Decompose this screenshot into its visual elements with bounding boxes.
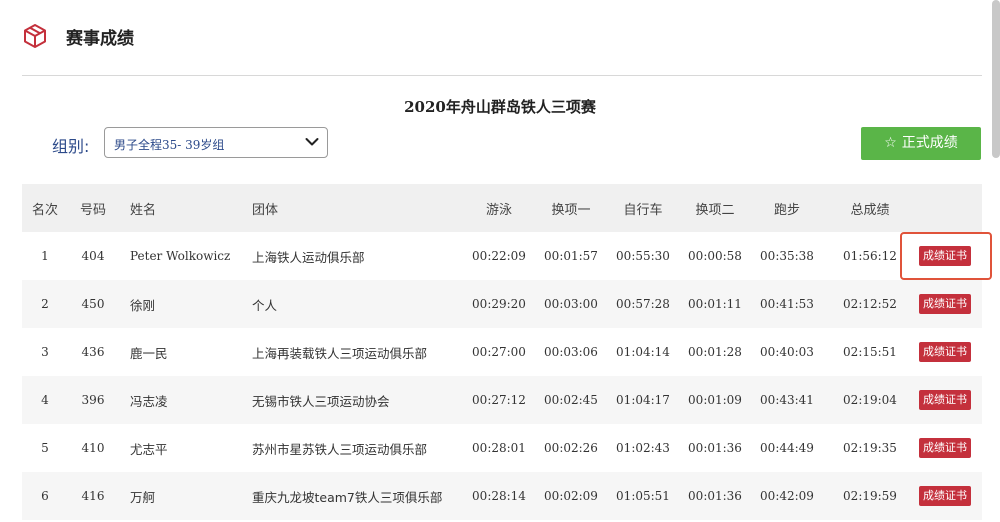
table-row: 6 416 万舸 重庆九龙坡team7铁人三项俱乐部 00:28:14 00:0… <box>22 472 982 520</box>
name-cell: 尤志平 <box>130 441 168 457</box>
certificate-button[interactable]: 成绩证书 <box>919 342 971 362</box>
column-header-number[interactable]: 号码 <box>72 184 114 232</box>
t1-cell: 00:01:57 <box>544 249 598 263</box>
run-cell: 00:44:49 <box>760 441 814 455</box>
bike-cell: 01:04:14 <box>616 345 670 359</box>
certificate-button[interactable]: 成绩证书 <box>919 390 971 410</box>
total-cell: 02:15:51 <box>843 345 897 359</box>
run-cell: 00:42:09 <box>760 489 814 503</box>
run-cell: 00:40:03 <box>760 345 814 359</box>
t1-cell: 00:02:09 <box>544 489 598 503</box>
team-cell: 上海铁人运动俱乐部 <box>252 249 365 265</box>
total-cell: 02:19:04 <box>843 393 897 407</box>
star-outline-icon: ☆ <box>884 135 897 151</box>
swim-cell: 00:22:09 <box>472 249 526 263</box>
t2-cell: 00:01:28 <box>688 345 742 359</box>
bike-cell: 01:02:43 <box>616 441 670 455</box>
table-row: 1 404 Peter Wolkowicz 上海铁人运动俱乐部 00:22:09… <box>22 232 982 280</box>
t2-cell: 00:00:58 <box>688 249 742 263</box>
page-title: 赛事成绩 <box>66 29 134 49</box>
bike-cell: 00:57:28 <box>616 297 670 311</box>
number-cell: 450 <box>81 297 105 311</box>
run-cell: 00:43:41 <box>760 393 814 407</box>
total-cell: 02:12:52 <box>843 297 897 311</box>
certificate-button[interactable]: 成绩证书 <box>919 438 971 458</box>
run-cell: 00:41:53 <box>760 297 814 311</box>
swim-cell: 00:27:00 <box>472 345 526 359</box>
t1-cell: 00:02:26 <box>544 441 598 455</box>
scrollbar-thumb[interactable] <box>992 0 1000 158</box>
column-header-t1[interactable]: 换项一 <box>540 184 602 232</box>
number-cell: 410 <box>81 441 105 455</box>
swim-cell: 00:29:20 <box>472 297 526 311</box>
bike-cell: 01:04:17 <box>616 393 670 407</box>
certificate-button[interactable]: 成绩证书 <box>919 294 971 314</box>
team-cell: 个人 <box>252 297 278 313</box>
rank-cell: 4 <box>41 393 49 407</box>
team-cell: 重庆九龙坡team7铁人三项俱乐部 <box>252 489 443 505</box>
table-row: 3 436 鹿一民 上海再装载铁人三项运动俱乐部 00:27:00 00:03:… <box>22 328 982 376</box>
chevron-down-icon <box>305 138 319 146</box>
bike-cell: 01:05:51 <box>616 489 670 503</box>
table-row: 2 450 徐刚 个人 00:29:20 00:03:00 00:57:28 0… <box>22 280 982 328</box>
name-cell: 冯志凌 <box>130 393 168 409</box>
cube-icon <box>24 24 46 48</box>
name-cell: 鹿一民 <box>130 345 168 361</box>
rank-cell: 1 <box>41 249 49 263</box>
column-header-team[interactable]: 团体 <box>252 184 472 232</box>
number-cell: 416 <box>81 489 105 503</box>
column-header-t2[interactable]: 换项二 <box>684 184 746 232</box>
swim-cell: 00:27:12 <box>472 393 526 407</box>
t2-cell: 00:01:09 <box>688 393 742 407</box>
rank-cell: 2 <box>41 297 49 311</box>
rank-cell: 6 <box>41 489 49 503</box>
table-row: 4 396 冯志凌 无锡市铁人三项运动协会 00:27:12 00:02:45 … <box>22 376 982 424</box>
event-title: 2020年舟山群岛铁人三项赛 <box>404 98 596 116</box>
t1-cell: 00:02:45 <box>544 393 598 407</box>
column-header-run[interactable]: 跑步 <box>756 184 818 232</box>
t2-cell: 00:01:36 <box>688 441 742 455</box>
table-row: 5 410 尤志平 苏州市星苏铁人三项运动俱乐部 00:28:01 00:02:… <box>22 424 982 472</box>
total-cell: 02:19:35 <box>843 441 897 455</box>
rank-cell: 5 <box>41 441 49 455</box>
team-cell: 上海再装载铁人三项运动俱乐部 <box>252 345 428 361</box>
number-cell: 404 <box>81 249 105 263</box>
t1-cell: 00:03:06 <box>544 345 598 359</box>
certificate-button[interactable]: 成绩证书 <box>919 486 971 506</box>
official-results-button[interactable]: ☆ 正式成绩 <box>861 127 981 160</box>
group-select-value: 男子全程35- 39岁组 <box>114 138 225 152</box>
team-cell: 苏州市星苏铁人三项运动俱乐部 <box>252 441 428 457</box>
total-cell: 02:19:59 <box>843 489 897 503</box>
name-cell: 徐刚 <box>130 297 156 313</box>
name-cell: Peter Wolkowicz <box>130 249 231 263</box>
column-header-bike[interactable]: 自行车 <box>612 184 674 232</box>
bike-cell: 00:55:30 <box>616 249 670 263</box>
total-cell: 01:56:12 <box>843 249 897 263</box>
swim-cell: 00:28:01 <box>472 441 526 455</box>
name-cell: 万舸 <box>130 489 156 505</box>
column-header-total[interactable]: 总成绩 <box>838 184 902 232</box>
highlight-annotation <box>900 232 992 280</box>
group-label: 组别: <box>52 137 90 156</box>
run-cell: 00:35:38 <box>760 249 814 263</box>
number-cell: 396 <box>81 393 105 407</box>
column-header-swim[interactable]: 游泳 <box>468 184 530 232</box>
rank-cell: 3 <box>41 345 49 359</box>
t1-cell: 00:03:00 <box>544 297 598 311</box>
t2-cell: 00:01:36 <box>688 489 742 503</box>
number-cell: 436 <box>81 345 105 359</box>
results-table: 名次 号码 姓名 团体 游泳 换项一 自行车 换项二 跑步 总成绩 1 404 … <box>22 184 982 520</box>
header-divider <box>22 75 982 76</box>
table-header: 名次 号码 姓名 团体 游泳 换项一 自行车 换项二 跑步 总成绩 <box>22 184 982 232</box>
team-cell: 无锡市铁人三项运动协会 <box>252 393 390 409</box>
column-header-rank[interactable]: 名次 <box>22 184 68 232</box>
group-select[interactable]: 男子全程35- 39岁组 <box>104 127 328 158</box>
column-header-name[interactable]: 姓名 <box>130 184 250 232</box>
swim-cell: 00:28:14 <box>472 489 526 503</box>
page-header: 赛事成绩 <box>0 0 1000 75</box>
t2-cell: 00:01:11 <box>688 297 742 311</box>
official-results-label: 正式成绩 <box>901 135 958 151</box>
